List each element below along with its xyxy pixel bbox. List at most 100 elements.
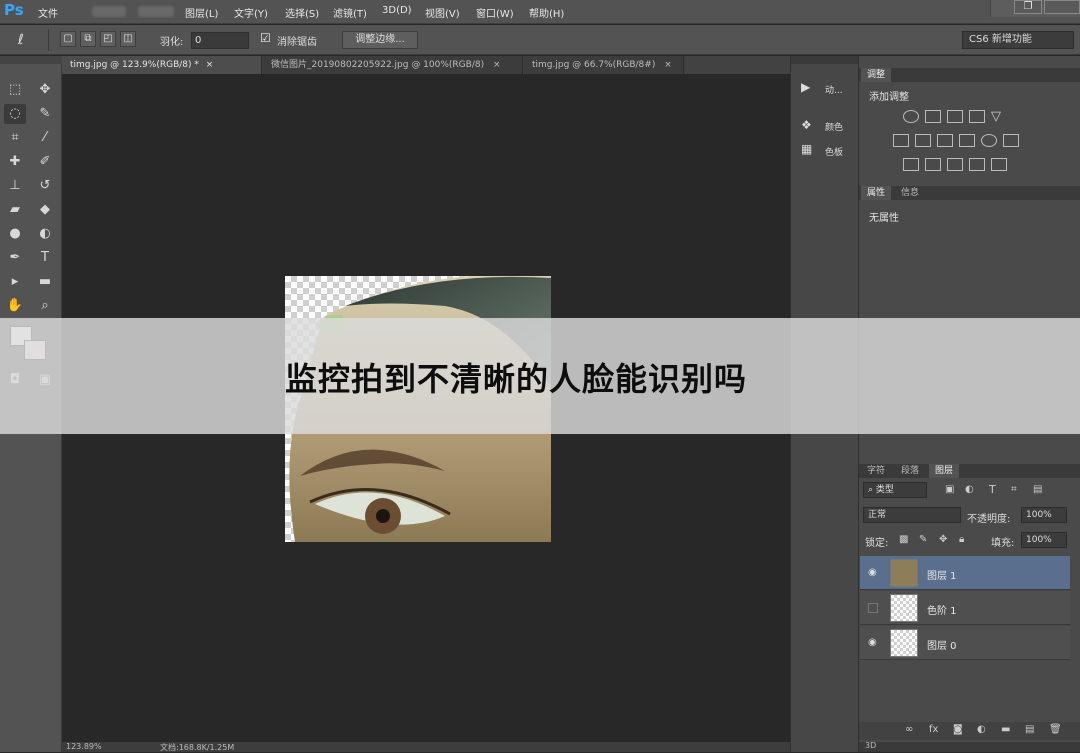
lock-transparent-icon[interactable]: ▩ bbox=[899, 534, 908, 545]
tab-paragraph[interactable]: 段落 bbox=[895, 464, 925, 478]
menu-help[interactable]: 帮助(H) bbox=[529, 5, 564, 20]
tab-info[interactable]: 信息 bbox=[895, 186, 925, 200]
invert-icon[interactable] bbox=[903, 158, 919, 171]
color-balance-icon[interactable] bbox=[915, 134, 931, 147]
filter-shape-icon[interactable]: ⌗ bbox=[1011, 484, 1017, 495]
filter-adjustment-icon[interactable]: ◐ bbox=[965, 484, 974, 495]
move-tool-icon[interactable]: ✥ bbox=[34, 80, 56, 100]
channel-mixer-icon[interactable] bbox=[981, 134, 997, 147]
threshold-icon[interactable] bbox=[947, 158, 963, 171]
dodge-tool-icon[interactable]: ◐ bbox=[34, 224, 56, 244]
clone-stamp-tool-icon[interactable]: ⊥ bbox=[4, 176, 26, 196]
new-adjustment-icon[interactable]: ◐ bbox=[977, 724, 986, 735]
new-selection-icon[interactable]: ▢ bbox=[60, 31, 76, 47]
hand-tool-icon[interactable]: ✋ bbox=[4, 296, 26, 316]
filter-type-icon[interactable]: T bbox=[989, 483, 996, 496]
dock-actions-label[interactable]: 动... bbox=[825, 83, 843, 96]
toolbox-grip[interactable] bbox=[0, 56, 62, 64]
selective-color-icon[interactable] bbox=[969, 158, 985, 171]
tab-properties[interactable]: 属性 bbox=[861, 186, 892, 200]
close-button[interactable] bbox=[1044, 0, 1080, 14]
opacity-input[interactable]: 100% bbox=[1021, 507, 1067, 523]
delete-layer-icon[interactable]: 🗑︎ bbox=[1049, 724, 1062, 735]
tab-3d[interactable]: 3D bbox=[865, 741, 876, 750]
tab-adjustments[interactable]: 调整 bbox=[861, 68, 892, 82]
blend-mode-select[interactable]: 正常 bbox=[863, 507, 961, 523]
color-icon[interactable]: ❖ bbox=[801, 118, 812, 132]
tab-wechat-image[interactable]: 微信图片_20190802205922.jpg @ 100%(RGB/8) × bbox=[263, 56, 523, 74]
menu-layer[interactable]: 图层(L) bbox=[185, 5, 218, 20]
subtract-selection-icon[interactable]: ◰ bbox=[100, 31, 116, 47]
zoom-tool-icon[interactable]: ⌕ bbox=[34, 296, 56, 316]
new-group-icon[interactable]: ▬ bbox=[1001, 724, 1010, 735]
eyedropper-tool-icon[interactable]: ⁄ bbox=[34, 128, 56, 148]
photo-filter-icon[interactable] bbox=[959, 134, 975, 147]
rectangle-tool-icon[interactable]: ▬ bbox=[34, 272, 56, 292]
menu-view[interactable]: 视图(V) bbox=[425, 5, 460, 20]
brightness-icon[interactable] bbox=[903, 110, 919, 123]
eraser-tool-icon[interactable]: ▰ bbox=[4, 200, 26, 220]
swatches-icon[interactable]: ▦ bbox=[801, 142, 812, 156]
menu-select[interactable]: 选择(S) bbox=[285, 5, 319, 20]
layer-filter-select[interactable]: ⌕ 类型 bbox=[863, 482, 927, 498]
tab-layers[interactable]: 图层 bbox=[929, 464, 960, 478]
refine-edge-button[interactable]: 调整边缘... bbox=[342, 31, 418, 49]
link-layers-icon[interactable]: ∞ bbox=[905, 724, 913, 735]
play-icon[interactable]: ▶ bbox=[801, 80, 810, 94]
vibrance-icon[interactable]: ▽ bbox=[991, 110, 1001, 123]
menu-type[interactable]: 文字(Y) bbox=[234, 5, 268, 20]
tab-character[interactable]: 字符 bbox=[861, 464, 891, 478]
menu-filter[interactable]: 滤镜(T) bbox=[333, 5, 367, 20]
intersect-selection-icon[interactable]: ◫ bbox=[120, 31, 136, 47]
lock-image-icon[interactable]: ✎ bbox=[919, 534, 927, 545]
posterize-icon[interactable] bbox=[925, 158, 941, 171]
new-layer-icon[interactable]: ▤ bbox=[1025, 724, 1034, 735]
menu-file[interactable]: 文件 bbox=[38, 5, 58, 20]
menu-image-blurred[interactable] bbox=[138, 6, 174, 17]
menu-edit-blurred[interactable] bbox=[92, 6, 126, 17]
brush-tool-icon[interactable]: ✐ bbox=[34, 152, 56, 172]
curves-icon[interactable] bbox=[947, 110, 963, 123]
tab-close-icon[interactable]: × bbox=[206, 60, 214, 70]
color-lookup-icon[interactable] bbox=[1003, 134, 1019, 147]
lock-position-icon[interactable]: ✥ bbox=[939, 534, 947, 545]
tab-timg-123[interactable]: timg.jpg @ 123.9%(RGB/8) * × bbox=[62, 56, 262, 74]
menu-3d[interactable]: 3D(D) bbox=[382, 5, 412, 16]
antialias-checkbox[interactable]: ☑ bbox=[260, 31, 271, 45]
exposure-icon[interactable] bbox=[969, 110, 985, 123]
dock-color-label[interactable]: 颜色 bbox=[825, 120, 843, 133]
hue-saturation-icon[interactable] bbox=[893, 134, 909, 147]
layer-row[interactable]: ◉ 图层 0 bbox=[860, 626, 1070, 660]
add-mask-icon[interactable]: ◙ bbox=[953, 724, 963, 735]
blur-tool-icon[interactable]: ● bbox=[4, 224, 26, 244]
black-white-icon[interactable] bbox=[937, 134, 953, 147]
feather-input[interactable]: 0 bbox=[191, 32, 249, 49]
menu-window[interactable]: 窗口(W) bbox=[476, 5, 514, 20]
lock-all-icon[interactable]: 🔒︎ bbox=[959, 534, 964, 545]
tab-close-icon[interactable]: × bbox=[664, 60, 672, 70]
healing-brush-tool-icon[interactable]: ✚ bbox=[4, 152, 26, 172]
levels-icon[interactable] bbox=[925, 110, 941, 123]
type-tool-icon[interactable]: T bbox=[34, 248, 56, 268]
eye-icon[interactable]: ◉ bbox=[868, 637, 877, 648]
path-select-tool-icon[interactable]: ▸ bbox=[4, 272, 26, 292]
quick-select-tool-icon[interactable]: ✎ bbox=[34, 104, 56, 124]
history-brush-tool-icon[interactable]: ↺ bbox=[34, 176, 56, 196]
tab-close-icon[interactable]: × bbox=[493, 60, 501, 70]
marquee-tool-icon[interactable]: ⬚ bbox=[4, 80, 26, 100]
dock-grip[interactable] bbox=[791, 56, 859, 64]
eye-icon[interactable]: ◉ bbox=[868, 567, 877, 578]
zoom-readout[interactable]: 123.89% bbox=[66, 742, 102, 751]
dock-swatches-label[interactable]: 色板 bbox=[825, 145, 843, 158]
crop-tool-icon[interactable]: ⌗ bbox=[4, 128, 26, 148]
gradient-map-icon[interactable] bbox=[991, 158, 1007, 171]
filter-pixel-icon[interactable]: ▣ bbox=[945, 484, 954, 495]
filter-smart-object-icon[interactable]: ▤ bbox=[1033, 484, 1042, 495]
tab-timg-66[interactable]: timg.jpg @ 66.7%(RGB/8#) × bbox=[524, 56, 684, 74]
maximize-button[interactable]: ❐ bbox=[1014, 0, 1042, 14]
lasso-tool-icon[interactable]: ◌ bbox=[4, 104, 26, 124]
visibility-box[interactable] bbox=[868, 603, 878, 613]
layer-row[interactable]: 色阶 1 bbox=[860, 591, 1070, 625]
paint-bucket-tool-icon[interactable]: ◆ bbox=[34, 200, 56, 220]
add-selection-icon[interactable]: ⧉ bbox=[80, 31, 96, 47]
